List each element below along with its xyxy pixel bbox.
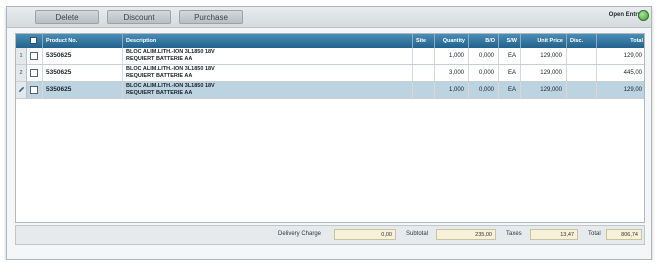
subtotal-label: Subtotal	[406, 231, 429, 237]
quantity-cell[interactable]: 1,000	[434, 82, 468, 98]
bo-cell: 0,000	[468, 82, 498, 98]
column-header-total[interactable]: Total	[596, 34, 644, 48]
row-number: 2	[16, 65, 27, 81]
order-panel: Delete Discount Purchase Open Entry Prod…	[6, 6, 652, 260]
taxes-label: Taxes	[506, 231, 522, 237]
row-checkbox[interactable]	[30, 86, 38, 94]
description-cell: BLOC ALIM.LITH.-ION 3L1850 18V REQUIERT …	[122, 65, 412, 81]
discount-button[interactable]: Discount	[107, 10, 171, 24]
sw-cell: EA	[498, 48, 520, 64]
delivery-charge-label: Delivery Charge	[278, 231, 322, 237]
totals-footer: Delivery Charge 0,00 Subtotal 235,00 Tax…	[15, 225, 645, 245]
column-header-disc[interactable]: Disc.	[566, 34, 596, 48]
toolbar: Delete Discount Purchase Open Entry	[7, 7, 651, 28]
delete-button[interactable]: Delete	[35, 10, 99, 24]
site-cell	[412, 65, 434, 81]
grand-total-field: 806,74	[606, 229, 642, 240]
page-bottom	[0, 260, 661, 273]
unit-price-cell: 129,000	[520, 65, 566, 81]
description-cell: BLOC ALIM.LITH.-ION 3L1850 18V REQUIERT …	[122, 48, 412, 64]
table-row[interactable]: 5350625 BLOC ALIM.LITH.-ION 3L1850 18V R…	[16, 82, 644, 99]
description-line-2: REQUIERT BATTERIE AA	[126, 90, 193, 96]
sw-cell: EA	[498, 65, 520, 81]
disc-cell	[566, 65, 596, 81]
status-indicator-icon[interactable]	[638, 10, 649, 21]
unit-price-cell: 129,000	[520, 48, 566, 64]
description-line-2: REQUIERT BATTERIE AA	[126, 56, 193, 62]
grid-header: Product No. Description Site Quantity B/…	[16, 34, 644, 48]
column-header-unit-price[interactable]: Unit Price	[520, 34, 566, 48]
table-row[interactable]: 1 5350625 BLOC ALIM.LITH.-ION 3L1850 18V…	[16, 48, 644, 65]
column-header-sw[interactable]: S/W	[498, 34, 520, 48]
open-entry-label: Open Entry	[608, 12, 641, 18]
total-cell: 129,00	[596, 82, 644, 98]
pencil-icon	[18, 86, 25, 93]
order-lines-grid: Product No. Description Site Quantity B/…	[15, 33, 645, 223]
taxes-field: 13,47	[530, 229, 578, 240]
delivery-charge-field[interactable]: 0,00	[334, 229, 396, 240]
disc-cell	[566, 82, 596, 98]
subtotal-field: 235,00	[436, 229, 496, 240]
purchase-button[interactable]: Purchase	[179, 10, 243, 24]
product-no-cell: 5350625	[42, 82, 122, 98]
select-all-checkbox[interactable]	[30, 37, 37, 44]
row-number	[16, 82, 27, 98]
column-header-description[interactable]: Description	[122, 34, 412, 48]
description-cell: BLOC ALIM.LITH.-ION 3L1850 18V REQUIERT …	[122, 82, 412, 98]
column-header-bo[interactable]: B/O	[468, 34, 498, 48]
description-line-1: BLOC ALIM.LITH.-ION 3L1850 18V	[126, 83, 215, 89]
unit-price-cell: 129,000	[520, 82, 566, 98]
description-line-2: REQUIERT BATTERIE AA	[126, 73, 193, 79]
description-line-1: BLOC ALIM.LITH.-ION 3L1850 18V	[126, 66, 215, 72]
quantity-cell[interactable]: 1,000	[434, 48, 468, 64]
row-number: 1	[16, 48, 27, 64]
site-cell	[412, 48, 434, 64]
column-header-quantity[interactable]: Quantity	[434, 34, 468, 48]
bo-cell: 0,000	[468, 65, 498, 81]
total-cell: 129,00	[596, 48, 644, 64]
table-row[interactable]: 2 5350625 BLOC ALIM.LITH.-ION 3L1850 18V…	[16, 65, 644, 82]
quantity-cell[interactable]: 3,000	[434, 65, 468, 81]
total-cell: 445,00	[596, 65, 644, 81]
product-no-cell: 5350625	[42, 48, 122, 64]
column-header-product-no[interactable]: Product No.	[42, 34, 122, 48]
disc-cell	[566, 48, 596, 64]
row-checkbox[interactable]	[30, 69, 38, 77]
column-header-site[interactable]: Site	[412, 34, 434, 48]
row-checkbox[interactable]	[30, 52, 38, 60]
description-line-1: BLOC ALIM.LITH.-ION 3L1850 18V	[126, 49, 215, 55]
bo-cell: 0,000	[468, 48, 498, 64]
sw-cell: EA	[498, 82, 520, 98]
site-cell	[412, 82, 434, 98]
product-no-cell: 5350625	[42, 65, 122, 81]
total-label: Total	[588, 231, 601, 237]
